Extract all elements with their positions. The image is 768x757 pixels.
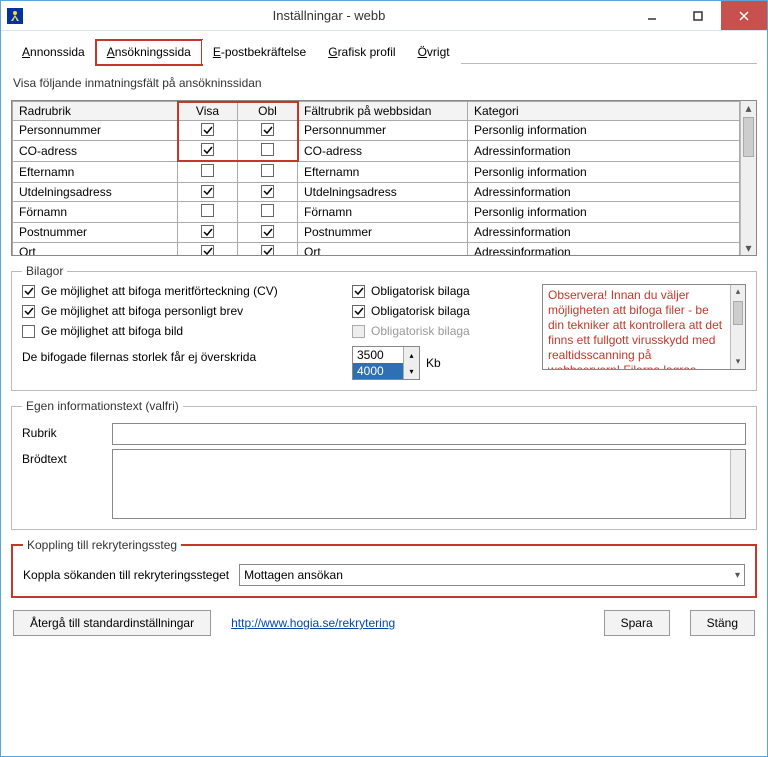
bild-checkbox[interactable] bbox=[22, 325, 35, 338]
app-icon bbox=[7, 8, 23, 24]
rubrik-input[interactable] bbox=[112, 423, 746, 445]
brev-label: Ge möjlighet att bifoga personligt brev bbox=[41, 304, 243, 318]
table-row[interactable]: OrtOrtAdressinformation bbox=[13, 242, 740, 255]
size-unit: Kb bbox=[426, 356, 441, 370]
settings-window: Inställningar - webb AnnonssidaAnsökning… bbox=[0, 0, 768, 757]
oblig2-label: Obligatorisk bilaga bbox=[371, 304, 470, 318]
col-header-kategori[interactable]: Kategori bbox=[468, 102, 740, 121]
table-row[interactable]: PostnummerPostnummerAdressinformation bbox=[13, 223, 740, 243]
table-row[interactable]: CO-adressCO-adressAdressinformation bbox=[13, 140, 740, 161]
oblig1-checkbox[interactable] bbox=[352, 285, 365, 298]
brod-textarea[interactable] bbox=[112, 449, 746, 519]
egen-info-group: Egen informationstext (valfri) Rubrik Br… bbox=[11, 399, 757, 530]
col-header-obl[interactable]: Obl bbox=[238, 102, 298, 121]
tab-1[interactable]: Ansökningssida bbox=[96, 40, 202, 64]
table-scrollbar[interactable]: ▴ ▾ bbox=[740, 101, 756, 255]
oblig3-checkbox bbox=[352, 325, 365, 338]
spinner-down-icon[interactable]: ▾ bbox=[404, 363, 419, 379]
fields-heading: Visa följande inmatningsfält på ansöknin… bbox=[13, 76, 757, 90]
obl-checkbox-row0[interactable] bbox=[261, 123, 274, 136]
visa-checkbox-row5[interactable] bbox=[201, 225, 214, 238]
oblig3-label: Obligatorisk bilaga bbox=[371, 324, 470, 338]
scroll-up-icon[interactable]: ▴ bbox=[741, 101, 756, 115]
tab-2[interactable]: E-postbekräftelse bbox=[202, 40, 317, 64]
table-row[interactable]: UtdelningsadressUtdelningsadressAdressin… bbox=[13, 182, 740, 202]
note-scroll-up-icon[interactable]: ▴ bbox=[731, 285, 745, 299]
col-header-radrubrik[interactable]: Radrubrik bbox=[13, 102, 178, 121]
visa-checkbox-row4[interactable] bbox=[201, 204, 214, 217]
oblig2-checkbox[interactable] bbox=[352, 305, 365, 318]
brev-checkbox[interactable] bbox=[22, 305, 35, 318]
tab-3[interactable]: Grafisk profil bbox=[317, 40, 406, 64]
cv-label: Ge möjlighet att bifoga meritförteckning… bbox=[41, 284, 278, 298]
close-window-button[interactable]: Stäng bbox=[690, 610, 755, 636]
obl-checkbox-row2[interactable] bbox=[261, 164, 274, 177]
spinner-up-icon[interactable]: ▴ bbox=[404, 347, 419, 363]
visa-checkbox-row1[interactable] bbox=[201, 143, 214, 156]
table-row[interactable]: PersonnummerPersonnummerPersonlig inform… bbox=[13, 121, 740, 141]
obl-checkbox-row1[interactable] bbox=[261, 143, 274, 156]
oblig1-label: Obligatorisk bilaga bbox=[371, 284, 470, 298]
note-scrollbar[interactable]: ▴ ▾ bbox=[730, 285, 745, 369]
brod-label: Brödtext bbox=[22, 449, 102, 466]
save-button[interactable]: Spara bbox=[604, 610, 670, 636]
spinner-value-1: 4000 bbox=[353, 363, 403, 379]
titlebar: Inställningar - webb bbox=[1, 1, 767, 31]
footer: Återgå till standardinställningar http:/… bbox=[11, 606, 757, 640]
obl-checkbox-row3[interactable] bbox=[261, 185, 274, 198]
warning-note: Observera! Innan du väljer möjligheten a… bbox=[542, 284, 746, 370]
chevron-down-icon: ▾ bbox=[735, 570, 740, 581]
bilagor-group: Bilagor Ge möjlighet att bifoga meritför… bbox=[11, 264, 757, 391]
size-label: De bifogade filernas storlek får ej över… bbox=[22, 350, 256, 364]
tab-strip: AnnonssidaAnsökningssidaE-postbekräftels… bbox=[11, 39, 757, 64]
size-spinner[interactable]: 3500▴ 4000▾ bbox=[352, 346, 420, 380]
col-header-faltrubrik[interactable]: Fältrubrik på webbsidan bbox=[298, 102, 468, 121]
rubrik-label: Rubrik bbox=[22, 423, 102, 440]
koppling-value: Mottagen ansökan bbox=[244, 568, 343, 582]
cv-checkbox[interactable] bbox=[22, 285, 35, 298]
scroll-thumb[interactable] bbox=[743, 117, 754, 157]
koppling-legend: Koppling till rekryteringssteg bbox=[23, 538, 181, 552]
table-row[interactable]: FörnamnFörnamnPersonlig information bbox=[13, 202, 740, 223]
minimize-button[interactable] bbox=[629, 1, 675, 30]
reset-button[interactable]: Återgå till standardinställningar bbox=[13, 610, 211, 636]
close-button[interactable] bbox=[721, 1, 767, 30]
tab-4[interactable]: Övrigt bbox=[407, 40, 461, 64]
obl-checkbox-row4[interactable] bbox=[261, 204, 274, 217]
scroll-down-icon[interactable]: ▾ bbox=[741, 241, 756, 255]
col-header-visa[interactable]: Visa bbox=[178, 102, 238, 121]
help-link[interactable]: http://www.hogia.se/rekrytering bbox=[231, 616, 395, 630]
note-scroll-thumb[interactable] bbox=[733, 301, 743, 325]
note-scroll-down-icon[interactable]: ▾ bbox=[731, 355, 745, 369]
koppling-label: Koppla sökanden till rekryteringssteget bbox=[23, 568, 229, 582]
window-title: Inställningar - webb bbox=[29, 8, 629, 23]
maximize-button[interactable] bbox=[675, 1, 721, 30]
visa-checkbox-row2[interactable] bbox=[201, 164, 214, 177]
koppling-select[interactable]: Mottagen ansökan ▾ bbox=[239, 564, 745, 586]
bild-label: Ge möjlighet att bifoga bild bbox=[41, 324, 183, 338]
visa-checkbox-row0[interactable] bbox=[201, 123, 214, 136]
koppling-group: Koppling till rekryteringssteg Koppla sö… bbox=[11, 538, 757, 598]
egen-info-legend: Egen informationstext (valfri) bbox=[22, 399, 183, 413]
fields-table: RadrubrikVisaOblFältrubrik på webbsidanK… bbox=[11, 100, 757, 256]
obl-checkbox-row5[interactable] bbox=[261, 225, 274, 238]
visa-checkbox-row6[interactable] bbox=[201, 245, 214, 256]
spinner-value-0: 3500 bbox=[353, 347, 403, 363]
table-row[interactable]: EfternamnEfternamnPersonlig information bbox=[13, 161, 740, 182]
bilagor-legend: Bilagor bbox=[22, 264, 67, 278]
textarea-scrollbar[interactable] bbox=[730, 450, 745, 518]
warning-text: Observera! Innan du väljer möjligheten a… bbox=[548, 288, 740, 370]
tab-0[interactable]: Annonssida bbox=[11, 40, 96, 64]
visa-checkbox-row3[interactable] bbox=[201, 185, 214, 198]
obl-checkbox-row6[interactable] bbox=[261, 245, 274, 256]
